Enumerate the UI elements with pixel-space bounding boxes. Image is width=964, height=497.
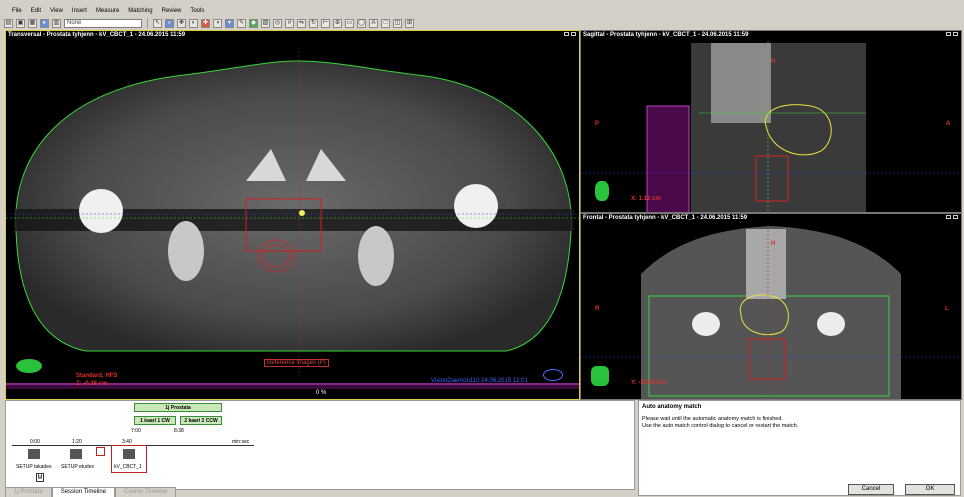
patient-orientation-icon [595, 181, 609, 201]
sagittal-label-top: H [771, 59, 776, 65]
setup-1-icon[interactable] [28, 449, 40, 459]
toolbar-separator [147, 18, 148, 28]
tab-course-timeline[interactable]: Course Timeline [115, 487, 177, 497]
menu-matching[interactable]: Matching [128, 8, 152, 14]
patient-orientation-icon [16, 359, 42, 373]
arc2-block[interactable]: 2 kaari 2 CCW [180, 416, 222, 425]
frontal-label-top: H [771, 241, 776, 247]
maximize-icon[interactable] [571, 32, 576, 36]
transversal-title: Transversal - Prostata tyhjenn - kV_CBCT… [8, 32, 186, 38]
app-window: File Edit View Insert Measure Matching R… [0, 0, 964, 497]
setup-2-label: SETUP etudex [61, 464, 94, 470]
structure-combo[interactable]: None [64, 18, 142, 28]
bottom-tabs: 1j Prostata Session Timeline Course Time… [5, 487, 177, 497]
time-838: 8:38 [174, 428, 184, 434]
setup-1-label: SETUP takadex [16, 464, 52, 470]
minimize-icon[interactable] [946, 215, 951, 219]
menu-file[interactable]: File [12, 8, 22, 14]
setup-2-icon[interactable] [70, 449, 82, 459]
sagittal-title: Sagittal - Prostata tyhjenn - kV_CBCT_1 … [583, 32, 749, 38]
tab-fraction[interactable]: 1j Prostata [5, 487, 52, 497]
transversal-image [6, 51, 579, 389]
frontal-coord: Y: -33.90 cm [631, 380, 666, 386]
menu-tools[interactable]: Tools [190, 8, 204, 14]
match-icon[interactable]: ✚ [201, 18, 210, 28]
overlay-icon[interactable]: ◎ [273, 18, 282, 28]
grid-icon[interactable]: # [285, 18, 294, 28]
tab-session-timeline[interactable]: Session Timeline [51, 487, 116, 497]
cbct-label: kV_CBCT_1 [114, 464, 142, 470]
menu-bar: File Edit View Insert Measure Matching R… [0, 6, 204, 16]
crosshair-icon[interactable]: ⊕ [333, 18, 342, 28]
message-panel: Auto anatomy match Please wait until the… [638, 400, 961, 496]
time-700: 7:00 [131, 428, 141, 434]
transversal-window-buttons [564, 32, 576, 36]
sagittal-label-right: A [946, 121, 951, 127]
sagittal-coord: X: 1.12 cm [631, 196, 661, 202]
message-line-1: Please wait until the automatic anatomy … [642, 416, 783, 422]
frontal-label-left: R [595, 306, 600, 312]
frontal-window-buttons [946, 215, 958, 219]
cbct-icon[interactable] [123, 449, 135, 459]
transversal-zoom: 0 % [316, 390, 327, 396]
transversal-coord: Z: -0.48 cm [76, 381, 108, 387]
split-icon[interactable]: ▧ [261, 18, 270, 28]
select-icon[interactable]: ▸ [40, 18, 49, 28]
cancel-button[interactable]: Cancel [848, 484, 894, 495]
window-level-icon[interactable]: ◐ [189, 18, 198, 28]
menu-insert[interactable]: Insert [72, 8, 87, 14]
reference-images-label[interactable]: Reference Images (P) [264, 359, 329, 367]
contrast-icon[interactable]: ◑ [213, 18, 222, 28]
registration-icon[interactable]: ◆ [249, 18, 258, 28]
save-icon[interactable]: ▣ [16, 18, 25, 28]
transversal-orientation: Standard, HFS [76, 373, 118, 379]
ellipse-icon[interactable]: ◯ [357, 18, 366, 28]
print-icon[interactable]: ▦ [28, 18, 37, 28]
sagittal-window-buttons [946, 32, 958, 36]
transversal-viewport[interactable]: Transversal - Prostata tyhjenn - kV_CBCT… [5, 30, 580, 400]
message-title: Auto anatomy match [642, 404, 702, 410]
zoom-icon[interactable]: ⌕ [165, 18, 174, 28]
fraction-block[interactable]: 1j Prostata [134, 403, 222, 412]
menu-view[interactable]: View [50, 8, 63, 14]
pdf-icon[interactable] [96, 447, 105, 456]
menu-review[interactable]: Review [162, 8, 182, 14]
transversal-footer: VisionDaemon110 24.06.2015 12:01 [431, 378, 528, 384]
menu-edit[interactable]: Edit [31, 8, 41, 14]
toolbar: ▤ ▣ ▦ ▸ ▥ None ↖ ⌕ ✥ ◐ ✚ ◑ ▾ ✎ ◆ ▧ ◎ # ⇋… [0, 17, 964, 29]
session-timeline: 1j Prostata 1 kaari 1 CW 2 kaari 2 CCW 7… [5, 400, 635, 490]
sagittal-label-left: P [595, 121, 600, 127]
pan-icon[interactable]: ✥ [177, 18, 186, 28]
patient-orientation-icon [591, 366, 609, 386]
flip-icon[interactable]: ⇋ [297, 18, 306, 28]
rotate-icon[interactable]: ↻ [309, 18, 318, 28]
rectangle-icon[interactable]: ▭ [345, 18, 354, 28]
maximize-icon[interactable] [953, 32, 958, 36]
frontal-title: Frontal - Prostata tyhjenn - kV_CBCT_1 -… [583, 215, 748, 221]
frontal-label-right: L [945, 306, 949, 312]
measure-icon[interactable]: ⊢ [321, 18, 330, 28]
open-icon[interactable]: ▤ [4, 18, 13, 28]
layout-icon[interactable]: ▥ [52, 18, 61, 28]
frontal-viewport[interactable]: Frontal - Prostata tyhjenn - kV_CBCT_1 -… [580, 213, 962, 400]
auto-match-icon[interactable]: ▾ [225, 18, 234, 28]
sagittal-viewport[interactable]: Sagittal - Prostata tyhjenn - kV_CBCT_1 … [580, 30, 962, 213]
marker-icon[interactable]: M [36, 473, 44, 482]
layout-2-icon[interactable]: ◫ [393, 18, 402, 28]
layout-1-icon[interactable]: □ [381, 18, 390, 28]
minimize-icon[interactable] [564, 32, 569, 36]
menu-measure[interactable]: Measure [96, 8, 119, 14]
ruler-icon[interactable]: ✎ [237, 18, 246, 28]
eye-icon[interactable] [543, 369, 563, 381]
annotation-icon[interactable]: A [369, 18, 378, 28]
ok-button[interactable]: OK [905, 484, 955, 495]
layout-3-icon[interactable]: ⊞ [405, 18, 414, 28]
arc1-block[interactable]: 1 kaari 1 CW [134, 416, 176, 425]
minimize-icon[interactable] [946, 32, 951, 36]
pointer-icon[interactable]: ↖ [153, 18, 162, 28]
maximize-icon[interactable] [953, 215, 958, 219]
message-line-2: Use the auto match control dialog to can… [642, 423, 799, 429]
